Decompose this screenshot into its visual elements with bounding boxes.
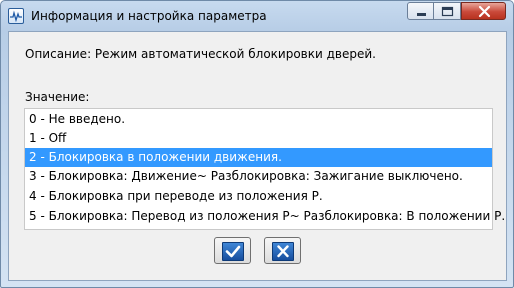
dialog-window: Информация и настройка параметра Описани…	[0, 0, 514, 288]
list-item-5[interactable]: 5 - Блокировка: Перевод из положения Р~ …	[25, 207, 505, 226]
title-bar[interactable]: Информация и настройка параметра	[1, 1, 513, 31]
list-item-1[interactable]: 1 - Off	[25, 129, 492, 148]
list-item-4[interactable]: 4 - Блокировка при переводе из положения…	[25, 187, 492, 206]
list-item-2-selected[interactable]: 2 - Блокировка в положении движения.	[25, 148, 492, 167]
x-icon	[272, 242, 294, 261]
minimize-button[interactable]	[407, 2, 434, 20]
ok-button[interactable]	[214, 237, 251, 264]
list-item-3[interactable]: 3 - Блокировка: Движение~ Разблокировка:…	[25, 167, 492, 186]
description-text: Описание: Режим автоматической блокировк…	[25, 47, 376, 61]
close-icon	[478, 5, 491, 18]
window-title: Информация и настройка параметра	[31, 9, 267, 23]
list-item-0[interactable]: 0 - Не введено.	[25, 110, 492, 129]
maximize-icon	[441, 6, 454, 17]
dialog-body: Описание: Режим автоматической блокировк…	[8, 31, 507, 281]
app-icon	[8, 8, 24, 24]
cancel-button[interactable]	[264, 237, 301, 264]
minimize-icon	[417, 13, 426, 16]
close-button[interactable]	[461, 2, 506, 20]
value-listbox[interactable]: 0 - Не введено. 1 - Off 2 - Блокировка в…	[24, 108, 505, 230]
checkmark-icon	[222, 242, 244, 261]
maximize-button[interactable]	[434, 2, 461, 20]
value-label: Значение:	[25, 90, 90, 104]
